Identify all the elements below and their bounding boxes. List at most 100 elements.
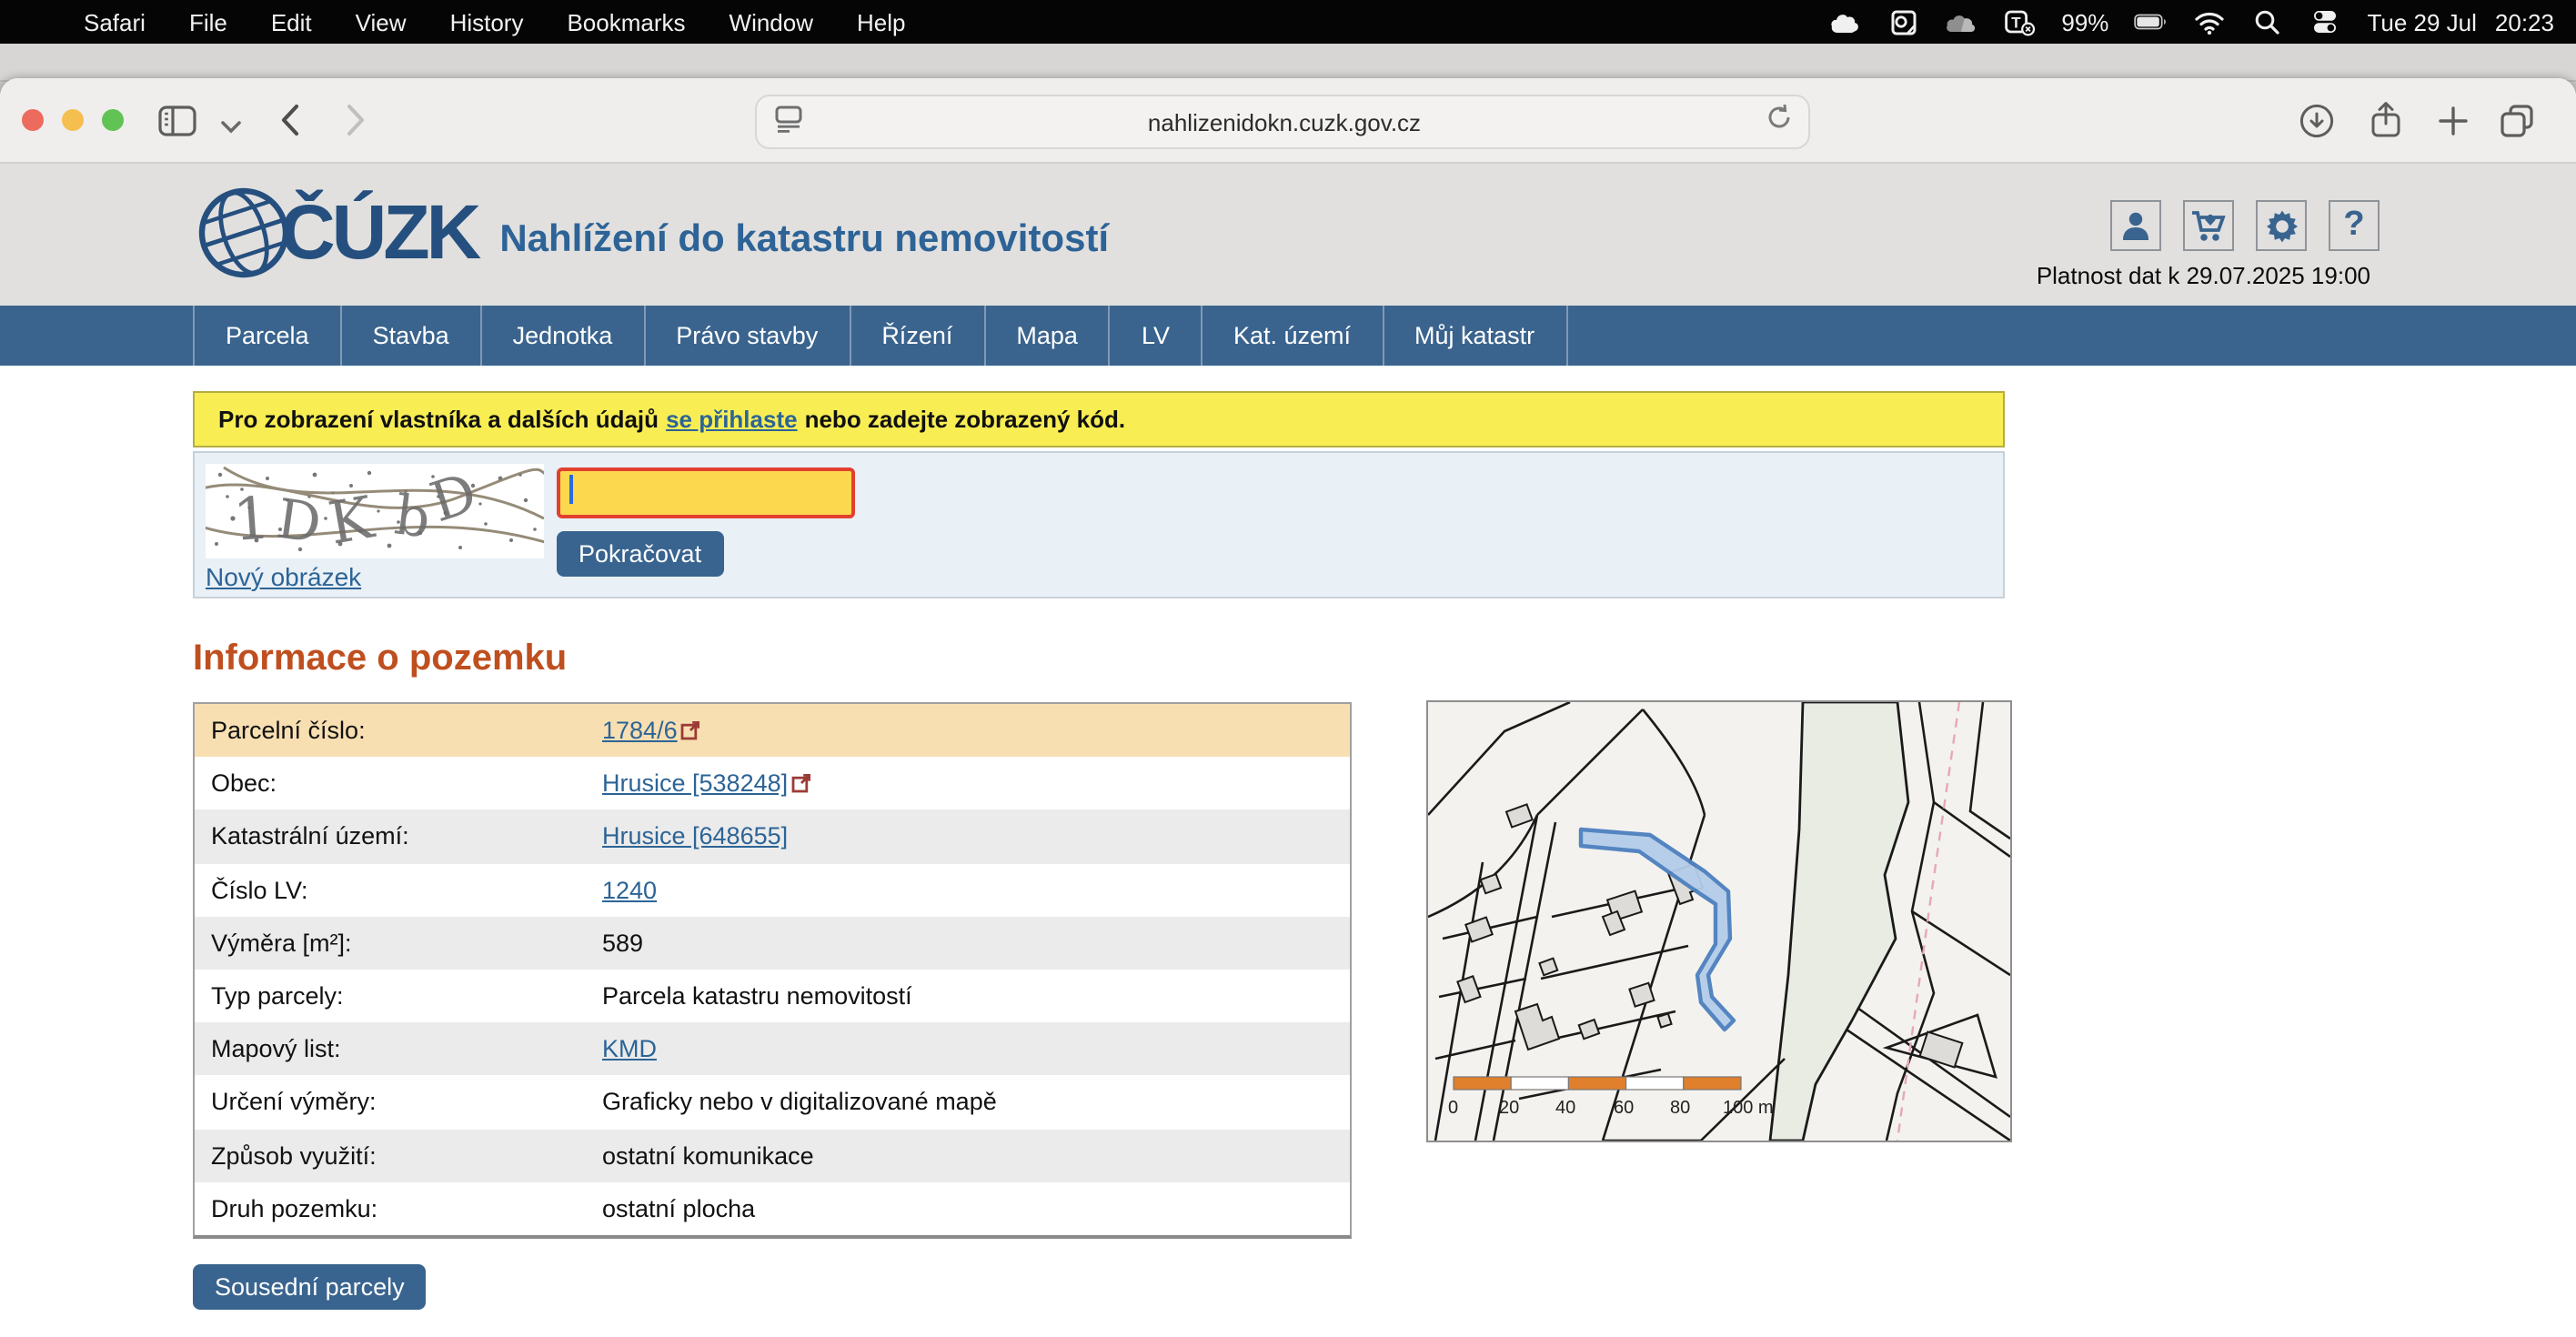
help-button[interactable]: ?	[2329, 200, 2380, 251]
close-window-button[interactable]	[22, 109, 44, 131]
menu-item[interactable]: Bookmarks	[545, 8, 707, 35]
table-row: Výměra [m²]: 589	[195, 917, 1350, 970]
row-label: Druh pozemku:	[195, 1195, 602, 1222]
menu-item[interactable]: History	[428, 8, 546, 35]
value-text: ostatní plocha	[602, 1195, 755, 1222]
reload-icon[interactable]	[1766, 104, 1792, 140]
text-caret	[569, 475, 572, 504]
scale-label: 20	[1499, 1098, 1519, 1118]
row-label: Číslo LV:	[195, 876, 602, 903]
onedrive-cloud-icon[interactable]	[1945, 5, 1977, 38]
row-label: Typ parcely:	[195, 982, 602, 1010]
share-button[interactable]	[2365, 102, 2405, 138]
nav-tab[interactable]: Kat. území	[1201, 306, 1382, 366]
tab-overview-button[interactable]	[2496, 102, 2536, 138]
teams-status-icon[interactable]: T	[2003, 5, 2036, 38]
back-button[interactable]	[269, 102, 309, 138]
nav-tab[interactable]: Mapa	[983, 306, 1109, 366]
cuzk-logo[interactable]: ČÚZK Nahlížení do katastru nemovitostí	[193, 182, 1109, 284]
forward-button[interactable]	[335, 102, 375, 138]
screen: SafariFileEditViewHistoryBookmarksWindow…	[0, 0, 2576, 1337]
row-value: 589	[602, 930, 643, 957]
row-label: Parcelní číslo:	[195, 717, 602, 744]
menu-bar-clock[interactable]: Tue 29 Jul 20:23	[2367, 8, 2554, 35]
row-label: Obec:	[195, 770, 602, 798]
row-value: KMD	[602, 1035, 657, 1062]
scanner-app-icon[interactable]	[1887, 5, 1919, 38]
neighboring-parcels-button[interactable]: Sousední parcely	[193, 1264, 427, 1310]
minimize-window-button[interactable]	[62, 109, 84, 131]
settings-gear-button[interactable]	[2256, 200, 2307, 251]
nav-tab[interactable]: Řízení	[849, 306, 983, 366]
spotlight-search-icon[interactable]	[2250, 5, 2283, 38]
new-tab-button[interactable]	[2432, 102, 2472, 138]
battery-percentage: 99%	[2061, 8, 2108, 35]
nav-tab[interactable]: Můj katastr	[1382, 306, 1567, 366]
captcha-char: 1	[231, 485, 273, 555]
sidebar-toggle-button[interactable]	[156, 102, 196, 138]
wifi-icon[interactable]	[2192, 5, 2225, 38]
main-navigation: ParcelaStavbaJednotkaPrávo stavbyŘízeníM…	[0, 306, 2576, 366]
new-captcha-link[interactable]: Nový obrázek	[206, 562, 361, 591]
control-center-icon[interactable]	[2309, 5, 2341, 38]
menu-items: SafariFileEditViewHistoryBookmarksWindow…	[62, 8, 928, 35]
downloads-button[interactable]	[2296, 102, 2336, 138]
zoom-window-button[interactable]	[102, 109, 124, 131]
captcha-image: 1 D K b D	[206, 464, 544, 558]
table-row: Určení výměry: Graficky nebo v digitaliz…	[195, 1076, 1350, 1129]
svg-text:T: T	[2011, 13, 2021, 30]
page-format-icon[interactable]	[775, 103, 802, 141]
menu-item[interactable]: File	[167, 8, 249, 35]
value-link[interactable]: Hrusice [648655]	[602, 823, 788, 850]
nav-tab[interactable]: LV	[1109, 306, 1201, 366]
captcha-char: D	[273, 488, 325, 557]
parcel-info-table: Parcelní číslo: 1784/6 Obec:	[193, 702, 1352, 1239]
cart-button[interactable]	[2183, 200, 2234, 251]
table-row: Způsob využití: ostatní komunikace	[195, 1129, 1350, 1181]
nav-tab[interactable]: Stavba	[340, 306, 480, 366]
row-value: Hrusice [648655]	[602, 823, 788, 850]
scale-label: 60	[1614, 1098, 1634, 1118]
row-value: Parcela katastru nemovitostí	[602, 982, 912, 1010]
row-value: 1784/6	[602, 717, 701, 744]
menu-item[interactable]: View	[334, 8, 428, 35]
value-text: Graficky nebo v digitalizované mapě	[602, 1089, 997, 1116]
row-label: Určení výměry:	[195, 1089, 602, 1116]
row-label: Katastrální území:	[195, 823, 602, 850]
table-row: Druh pozemku: ostatní plocha	[195, 1181, 1350, 1234]
captcha-input[interactable]	[557, 467, 855, 518]
battery-icon[interactable]	[2134, 5, 2167, 38]
row-value: ostatní komunikace	[602, 1141, 814, 1169]
value-link[interactable]: 1240	[602, 876, 657, 903]
table-row: Typ parcely: Parcela katastru nemovitost…	[195, 970, 1350, 1022]
menu-item[interactable]: Help	[835, 8, 928, 35]
value-link[interactable]: Hrusice [538248]	[602, 770, 788, 798]
data-validity-text: Platnost dat k 29.07.2025 19:00	[2037, 262, 2370, 289]
value-text: ostatní komunikace	[602, 1141, 814, 1169]
row-value: Hrusice [538248]	[602, 770, 811, 798]
external-link-icon	[791, 774, 811, 794]
menu-item[interactable]: Edit	[249, 8, 334, 35]
status-icons: T 99% Tue 29 Jul 20:23	[1828, 5, 2554, 38]
nav-tab[interactable]: Právo stavby	[643, 306, 849, 366]
continue-button[interactable]: Pokračovat	[557, 531, 723, 577]
login-notice-banner: Pro zobrazení vlastníka a dalších údajů …	[193, 391, 2005, 447]
cadastral-map-preview[interactable]: 0 20 40 60 80 100 m	[1426, 700, 2012, 1142]
nav-tab[interactable]: Jednotka	[480, 306, 644, 366]
menu-item[interactable]: Window	[708, 8, 836, 35]
address-bar[interactable]: nahlizenidokn.cuzk.gov.cz	[755, 95, 1810, 149]
value-link[interactable]: KMD	[602, 1035, 657, 1062]
row-value: 1240	[602, 876, 657, 903]
captcha-panel: 1 D K b D Nový obrázek Pokračovat	[193, 451, 2005, 598]
url-text: nahlizenidokn.cuzk.gov.cz	[802, 108, 1766, 136]
table-row: Katastrální území: Hrusice [648655]	[195, 810, 1350, 863]
table-row: Obec: Hrusice [538248]	[195, 757, 1350, 809]
value-link[interactable]: 1784/6	[602, 717, 678, 744]
cloud-app-icon[interactable]	[1828, 5, 1861, 38]
login-link[interactable]: se přihlaste	[666, 406, 798, 433]
menu-item[interactable]: Safari	[62, 8, 167, 35]
user-account-button[interactable]	[2110, 200, 2161, 251]
nav-tab[interactable]: Parcela	[193, 306, 340, 366]
sidebar-chevron-down-icon[interactable]	[211, 109, 251, 146]
macos-menu-bar: SafariFileEditViewHistoryBookmarksWindow…	[0, 0, 2576, 44]
